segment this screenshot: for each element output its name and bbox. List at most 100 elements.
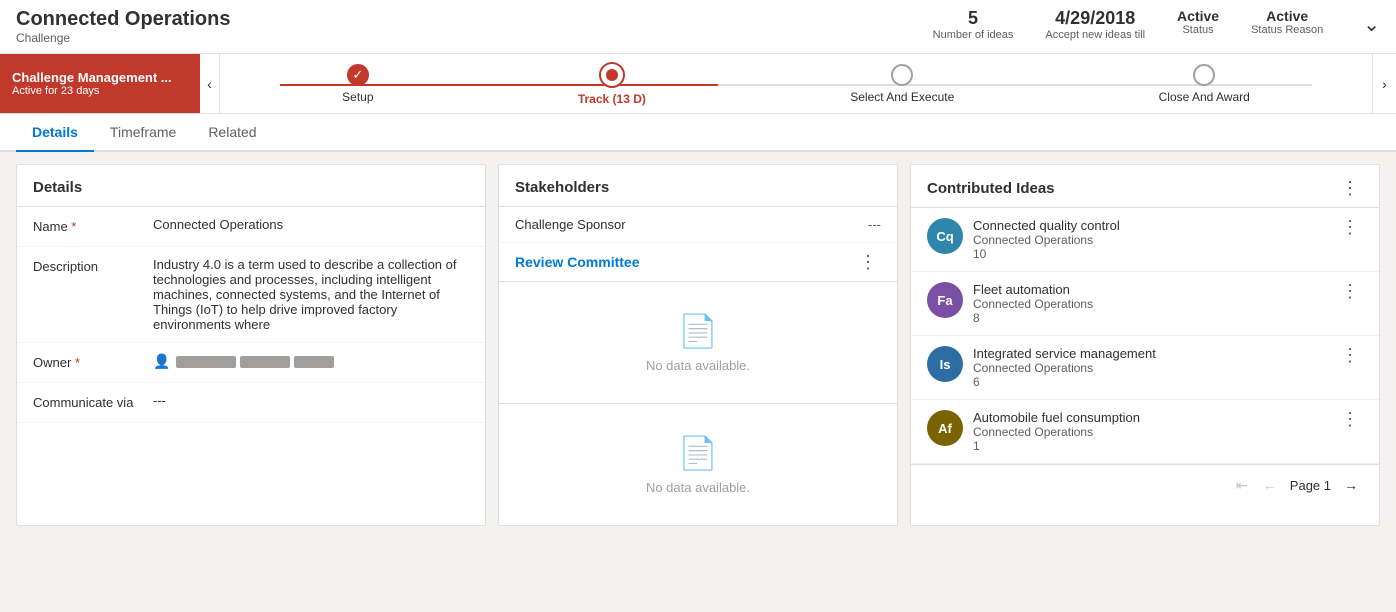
field-name: Name * Connected Operations (17, 207, 485, 247)
idea-more-4[interactable]: ⋮ (1337, 410, 1363, 428)
redacted-1 (176, 356, 236, 368)
ideas-label: Number of ideas (933, 29, 1014, 41)
ideas-panel-header: Contributed Ideas ⋮ (911, 165, 1379, 208)
check-icon: ✓ (352, 67, 363, 83)
ideas-panel-title: Contributed Ideas (927, 180, 1055, 197)
header-expand-icon[interactable]: ⌄ (1363, 12, 1380, 37)
chevron-left-icon: ‹ (207, 76, 212, 92)
sponsor-value: --- (868, 217, 881, 232)
prev-page-icon: ← (1263, 477, 1277, 493)
sponsor-row: Challenge Sponsor --- (499, 207, 897, 243)
challenge-info[interactable]: Challenge Management ... Active for 23 d… (0, 54, 200, 113)
status-reason-label: Status Reason (1251, 24, 1323, 36)
idea-title-2[interactable]: Fleet automation (973, 282, 1327, 297)
status-value: Active (1177, 8, 1219, 24)
process-bar-prev-button[interactable]: ‹ (200, 54, 220, 113)
date-value: 4/29/2018 (1045, 8, 1145, 29)
details-panel: Details Name * Connected Operations Desc… (16, 164, 486, 526)
no-data-icon-2: 📄 (678, 434, 718, 472)
review-committee-label[interactable]: Review Committee (515, 254, 639, 270)
date-label: Accept new ideas till (1045, 29, 1145, 41)
field-description-value: Industry 4.0 is a term used to describe … (153, 257, 469, 332)
idea-more-2[interactable]: ⋮ (1337, 282, 1363, 300)
stakeholders-panel-title: Stakeholders (499, 165, 897, 207)
header-left: Connected Operations Challenge (16, 8, 230, 45)
field-communicate: Communicate via --- (17, 383, 485, 423)
step-setup[interactable]: ✓ Setup (342, 64, 373, 104)
idea-more-1[interactable]: ⋮ (1337, 218, 1363, 236)
idea-title-4[interactable]: Automobile fuel consumption (973, 410, 1327, 425)
header-right: 5 Number of ideas 4/29/2018 Accept new i… (933, 8, 1380, 41)
sponsor-label: Challenge Sponsor (515, 217, 626, 232)
idea-count-4: 1 (973, 439, 1327, 453)
field-owner-label: Owner * (33, 353, 153, 370)
no-data-2: 📄 No data available. (499, 404, 897, 525)
field-communicate-value: --- (153, 393, 469, 408)
step-close[interactable]: Close And Award (1159, 64, 1250, 104)
field-description: Description Industry 4.0 is a term used … (17, 247, 485, 343)
redacted-3 (294, 356, 334, 368)
step-setup-circle: ✓ (347, 64, 369, 86)
redacted-2 (240, 356, 290, 368)
chevron-right-icon: › (1382, 76, 1387, 92)
no-data-text-1: No data available. (646, 358, 750, 373)
idea-subtitle-2: Connected Operations (973, 297, 1327, 311)
step-select-circle (891, 64, 913, 86)
step-setup-label: Setup (342, 90, 373, 104)
idea-more-3[interactable]: ⋮ (1337, 346, 1363, 364)
step-select-label: Select And Execute (850, 90, 954, 104)
idea-info-4: Automobile fuel consumption Connected Op… (973, 410, 1327, 453)
idea-subtitle-3: Connected Operations (973, 361, 1327, 375)
step-track[interactable]: Track (13 D) (578, 62, 646, 106)
status-label: Status (1177, 24, 1219, 36)
tabs-bar: Details Timeframe Related (0, 114, 1396, 152)
first-page-icon: ⇤ (1236, 477, 1248, 494)
next-page-button[interactable]: → (1339, 473, 1363, 497)
no-data-committee: 📄 No data available. (499, 282, 897, 403)
ideas-panel-more-icon[interactable]: ⋮ (1337, 179, 1363, 197)
idea-avatar-2: Fa (927, 282, 963, 318)
field-owner-required: * (75, 355, 80, 370)
tab-related[interactable]: Related (192, 114, 272, 152)
field-name-label: Name * (33, 217, 153, 234)
idea-count-1: 10 (973, 247, 1327, 261)
idea-avatar-3: Is (927, 346, 963, 382)
step-select[interactable]: Select And Execute (850, 64, 954, 104)
idea-avatar-1: Cq (927, 218, 963, 254)
contributed-ideas-panel: Contributed Ideas ⋮ Cq Connected quality… (910, 164, 1380, 526)
idea-info-3: Integrated service management Connected … (973, 346, 1327, 389)
app-title: Connected Operations (16, 8, 230, 31)
idea-title-1[interactable]: Connected quality control (973, 218, 1327, 233)
prev-page-button[interactable]: ← (1258, 473, 1282, 497)
first-page-button[interactable]: ⇤ (1230, 473, 1254, 497)
idea-row-3: Is Integrated service management Connect… (911, 336, 1379, 400)
ideas-value: 5 (933, 8, 1014, 29)
field-communicate-label: Communicate via (33, 393, 153, 410)
idea-row-4: Af Automobile fuel consumption Connected… (911, 400, 1379, 464)
process-bar-next-button[interactable]: › (1372, 54, 1396, 113)
idea-info-2: Fleet automation Connected Operations 8 (973, 282, 1327, 325)
person-icon: 👤 (153, 353, 170, 370)
idea-row-2: Fa Fleet automation Connected Operations… (911, 272, 1379, 336)
step-track-circle (599, 62, 625, 88)
idea-count-2: 8 (973, 311, 1327, 325)
step-close-circle (1193, 64, 1215, 86)
no-data-icon-1: 📄 (678, 312, 718, 350)
details-panel-title: Details (17, 165, 485, 207)
stat-date: 4/29/2018 Accept new ideas till (1045, 8, 1145, 41)
challenge-active-days: Active for 23 days (12, 85, 188, 97)
field-name-required: * (71, 219, 76, 234)
no-data-text-2: No data available. (646, 480, 750, 495)
idea-count-3: 6 (973, 375, 1327, 389)
review-committee-more-icon[interactable]: ⋮ (855, 253, 881, 271)
field-name-value: Connected Operations (153, 217, 469, 232)
stakeholders-panel: Stakeholders Challenge Sponsor --- Revie… (498, 164, 898, 526)
tab-timeframe[interactable]: Timeframe (94, 114, 192, 152)
next-page-icon: → (1344, 477, 1358, 493)
idea-title-3[interactable]: Integrated service management (973, 346, 1327, 361)
idea-row-1: Cq Connected quality control Connected O… (911, 208, 1379, 272)
field-owner: Owner * 👤 (17, 343, 485, 383)
tab-details[interactable]: Details (16, 114, 94, 152)
challenge-title: Challenge Management ... (12, 70, 188, 85)
top-header: Connected Operations Challenge 5 Number … (0, 0, 1396, 54)
